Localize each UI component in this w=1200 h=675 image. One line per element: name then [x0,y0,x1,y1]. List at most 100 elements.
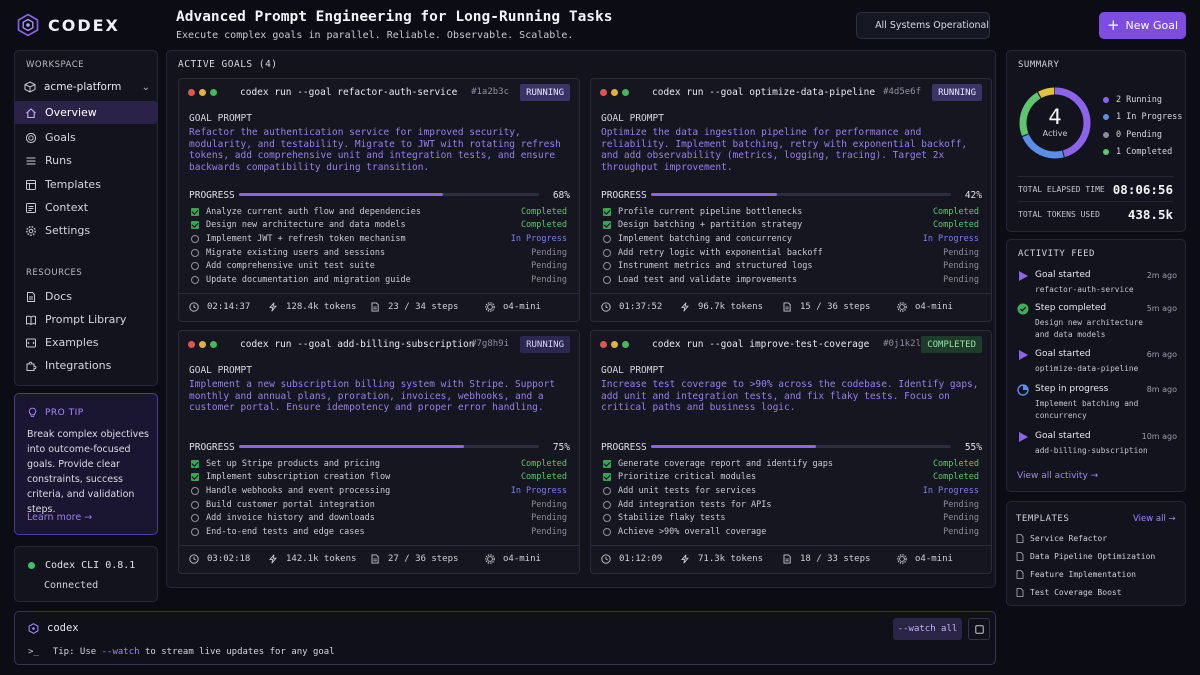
active-goals-heading: ACTIVE GOALS (4) [178,59,278,70]
sidebar-item-settings[interactable]: Settings [14,219,157,242]
sidebar-item-label: Runs [45,154,72,167]
new-goal-button[interactable]: + New Goal [1099,12,1186,39]
goal-prompt-text: Optimize the data ingestion pipeline for… [601,127,968,173]
workspace-select[interactable]: acme-platform ⌄ [24,78,150,96]
task-item: Set up Stripe products and pricing Compl… [191,457,567,471]
goal-card[interactable]: codex run --goal optimize-data-pipeline … [590,78,992,322]
task-item: Implement JWT + refresh token mechanism … [191,232,567,246]
goal-card[interactable]: codex run --goal improve-test-coverage #… [590,330,992,574]
template-item[interactable]: Feature Implementation [1016,570,1136,579]
checkbox-checked-icon[interactable] [191,473,199,482]
task-item: Add integration tests for APIs Pending [603,498,979,512]
legend-count: 1 [1116,147,1122,158]
circle-icon [603,486,611,495]
activity-title: Goal started [1035,270,1091,280]
task-item: End-to-end tests and edge cases Pending [191,525,567,539]
checkbox-checked-icon[interactable] [191,459,199,468]
close-dot-icon [188,88,195,96]
activity-title: Goal started [1035,431,1091,441]
sidebar-item-overview[interactable]: Overview [14,101,157,124]
system-status-badge[interactable]: All Systems Operational [856,12,990,39]
goal-id: #0j1k2l [883,339,921,349]
sidebar-item-runs[interactable]: Runs [14,149,157,172]
progress-label: PROGRESS [189,190,235,201]
activity-detail: add-billing-subscription [1035,446,1148,455]
file-icon [1016,588,1024,597]
token-count: 96.7k tokens [698,302,764,312]
checkbox-checked-icon[interactable] [603,221,611,230]
expand-terminal-button[interactable] [968,618,990,640]
legend-dot-icon [1103,96,1109,103]
minimize-dot-icon [611,340,618,348]
circle-icon [191,234,199,243]
sidebar-item-context[interactable]: Context [14,196,157,219]
checkbox-checked-icon[interactable] [603,473,611,482]
learn-more-link[interactable]: Learn more → [27,512,92,523]
sidebar-item-prompt-library[interactable]: Prompt Library [14,308,157,331]
circle-icon [191,262,199,271]
task-item: Analyze current auth flow and dependenci… [191,205,567,219]
progress-bar [239,193,539,196]
checkbox-checked-icon[interactable] [603,207,611,216]
progress-label: PROGRESS [601,442,647,453]
checkbox-checked-icon[interactable] [191,207,199,216]
circle-icon [603,514,611,523]
file-icon [1016,534,1024,543]
activity-time: 6m ago [1146,350,1177,359]
template-name: Data Pipeline Optimization [1030,552,1156,561]
task-text: Implement JWT + refresh token mechanism [206,233,406,244]
task-item: Add retry logic with exponential backoff… [603,246,979,260]
total-elapsed-row: TOTAL ELAPSED TIME 08:06:56 [1018,182,1173,197]
task-status: Completed [520,458,567,469]
task-item: Instrument metrics and structured logs P… [603,259,979,273]
elapsed-time: 02:14:37 [207,302,251,312]
goal-status-badge: RUNNING [520,84,570,101]
task-status: Pending [531,499,567,510]
template-item[interactable]: Test Coverage Boost [1016,588,1122,597]
file-icon [1016,570,1024,579]
goal-card[interactable]: codex run --goal refactor-auth-service #… [178,78,580,322]
list-icon [26,156,36,165]
sidebar-item-label: Context [45,201,89,214]
model-chip-icon [897,302,907,312]
brand-logo[interactable]: CODEX [16,12,166,38]
template-item[interactable]: Service Refactor [1016,534,1107,543]
circle-icon [191,486,199,495]
steps-stat: 18 / 33 steps [782,554,870,564]
template-name: Service Refactor [1030,534,1108,543]
sidebar-item-goals[interactable]: Goals [14,126,157,149]
view-all-activity-link[interactable]: View all activity → [1017,471,1098,481]
watch-all-button[interactable]: --watch all [893,618,962,640]
template-item[interactable]: Data Pipeline Optimization [1016,552,1155,561]
progress-bar [651,193,951,196]
resources-label: RESOURCES [26,268,83,278]
task-status: Pending [943,526,979,537]
view-all-templates-link[interactable]: View all → [1133,514,1176,524]
task-text: Implement subscription creation flow [206,472,391,483]
sidebar-item-templates[interactable]: Templates [14,173,157,196]
task-text: Stabilize flaky tests [618,513,726,524]
sidebar-item-docs[interactable]: Docs [14,285,157,308]
cli-status-panel: Codex CLI 0.8.1 Connected [14,546,158,602]
task-item: Stabilize flaky tests Pending [603,511,979,525]
book-icon [26,315,36,325]
goal-prompt-text: Implement a new subscription billing sys… [189,379,556,413]
checkbox-checked-icon[interactable] [191,221,199,230]
checkbox-checked-icon[interactable] [603,459,611,468]
template-name: Test Coverage Boost [1030,588,1122,597]
circle-icon [191,514,199,523]
codex-logo-icon [28,622,39,634]
activity-title: Step completed [1035,303,1107,313]
workspace-label: WORKSPACE [26,60,85,70]
model-chip-icon [897,554,907,564]
circle-icon [191,275,199,284]
sidebar-item-label: Settings [45,224,91,237]
goal-card[interactable]: codex run --goal add-billing-subscriptio… [178,330,580,574]
task-item: Design new architecture and data models … [191,219,567,233]
sidebar-item-examples[interactable]: Examples [14,331,157,354]
cli-version: Codex CLI 0.8.1 [45,560,136,571]
task-item: Add unit tests for services In Progress [603,484,979,498]
task-status: In Progress [510,233,567,244]
sidebar-item-integrations[interactable]: Integrations [14,354,157,377]
active-count: 4 [1048,105,1062,129]
